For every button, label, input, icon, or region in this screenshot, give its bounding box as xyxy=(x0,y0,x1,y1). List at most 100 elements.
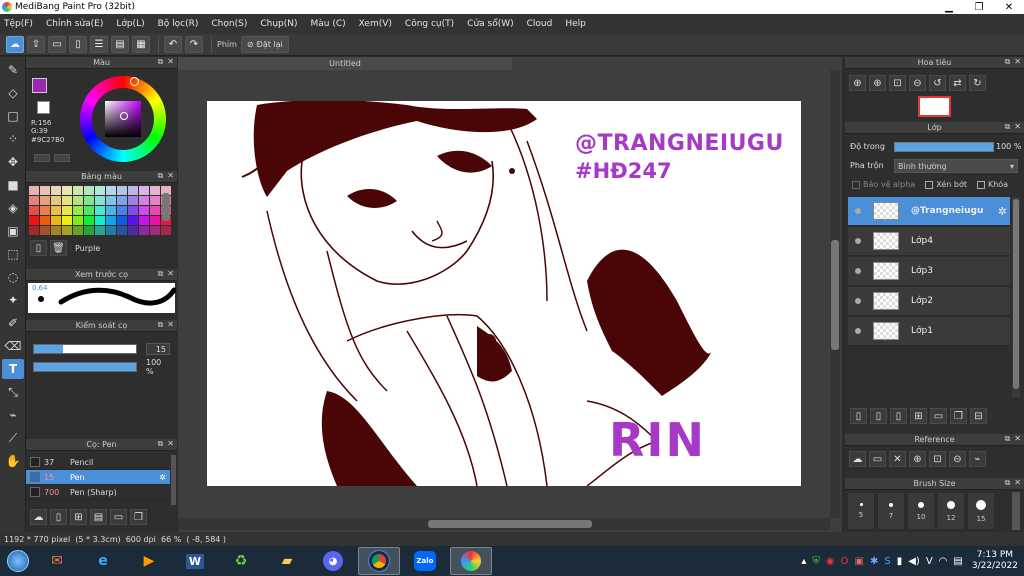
palette-swatch[interactable] xyxy=(84,186,94,195)
float-icon[interactable]: ⧉ xyxy=(158,171,164,181)
vertical-scrollbar[interactable] xyxy=(830,70,840,518)
page-icon[interactable]: ▯ xyxy=(69,36,87,53)
palette-swatch[interactable] xyxy=(106,186,116,195)
brush-item[interactable]: 15 Pen ✲ xyxy=(26,470,170,485)
brush-size-value[interactable]: 15 xyxy=(146,343,170,355)
zoom-out-icon[interactable]: ⊖ xyxy=(949,451,966,467)
horizontal-scroll-thumb[interactable] xyxy=(428,520,592,528)
taskbar-app-discord[interactable]: ◕ xyxy=(312,547,354,575)
menu-file[interactable]: Tệp(F) xyxy=(4,19,33,29)
dot-tool-icon[interactable]: ⁘ xyxy=(2,129,24,149)
palette-swatch[interactable] xyxy=(84,216,94,225)
antivirus-icon[interactable]: ◉ xyxy=(826,556,835,567)
flip-icon[interactable]: ⇄ xyxy=(949,75,966,91)
menu-tools[interactable]: Công cụ(T) xyxy=(405,19,454,29)
add-layer-icon[interactable]: ⊞ xyxy=(910,408,927,424)
layer-scroll-thumb[interactable] xyxy=(1013,199,1019,389)
palette-swatch[interactable] xyxy=(150,216,160,225)
palette-swatch[interactable] xyxy=(73,196,83,205)
move-tool-icon[interactable]: ✥ xyxy=(2,152,24,172)
palette-swatch[interactable] xyxy=(29,216,39,225)
shield-icon[interactable]: ⛨ xyxy=(812,556,820,567)
palette-swatch[interactable] xyxy=(62,186,72,195)
close-icon[interactable]: ✕ xyxy=(1014,122,1021,132)
palette-swatch[interactable] xyxy=(128,226,138,235)
float-icon[interactable]: ⧉ xyxy=(158,57,164,67)
brush-size-scrollbar[interactable] xyxy=(1012,492,1020,530)
brush-size-option[interactable]: 12 xyxy=(937,492,965,530)
palette-swatch[interactable] xyxy=(95,206,105,215)
palette-swatch[interactable] xyxy=(95,216,105,225)
brush-checkbox[interactable] xyxy=(30,487,40,497)
minimize-button[interactable]: ▁ xyxy=(934,0,964,14)
gradient-tool-icon[interactable]: ▣ xyxy=(2,221,24,241)
visibility-icon[interactable] xyxy=(855,238,861,244)
brush-opacity-value[interactable]: 100 % xyxy=(146,358,170,376)
palette-swatch[interactable] xyxy=(106,206,116,215)
palette-swatch[interactable] xyxy=(40,226,50,235)
taskbar-app-medibang[interactable] xyxy=(450,547,492,575)
palette-swatch[interactable] xyxy=(62,226,72,235)
taskbar-clock[interactable]: 7:13 PM 3/22/2022 xyxy=(972,550,1018,572)
brush-tool-icon[interactable]: ✎ xyxy=(2,60,24,80)
zoom-in-icon[interactable]: ⊕ xyxy=(849,75,866,91)
select-tool-icon[interactable]: ⬚ xyxy=(2,244,24,264)
close-icon[interactable]: ✕ xyxy=(1014,478,1021,488)
brush-item[interactable]: 37 Pencil xyxy=(26,455,170,470)
layer-item[interactable]: Lớp3 xyxy=(848,257,1010,286)
saturation-knob[interactable] xyxy=(120,112,128,120)
gear-icon[interactable]: ✲ xyxy=(998,205,1007,218)
eraser-tool-icon[interactable]: ◇ xyxy=(2,83,24,103)
menu-window[interactable]: Cửa sổ(W) xyxy=(467,19,513,29)
cloud-brush-icon[interactable]: ☁ xyxy=(30,509,47,525)
merge-icon[interactable]: ⊟ xyxy=(970,408,987,424)
palette-swatch[interactable] xyxy=(128,196,138,205)
visibility-icon[interactable] xyxy=(855,328,861,334)
close-icon[interactable]: ✕ xyxy=(167,320,174,330)
list-icon[interactable]: ▤ xyxy=(111,36,129,53)
maximize-button[interactable]: ❐ xyxy=(964,0,994,14)
close-button[interactable]: ✕ xyxy=(994,0,1024,14)
palette-swatch[interactable] xyxy=(40,196,50,205)
palette-swatch[interactable] xyxy=(117,196,127,205)
layer-list-scrollbar[interactable] xyxy=(1012,197,1020,397)
opera-icon[interactable]: O xyxy=(841,556,849,567)
upload-icon[interactable]: ⇪ xyxy=(27,36,45,53)
palette-swatch[interactable] xyxy=(62,206,72,215)
reset-button[interactable]: ⊘ Đặt lại xyxy=(240,36,289,53)
folder-icon[interactable]: ▭ xyxy=(869,451,886,467)
skype-icon[interactable]: S xyxy=(884,556,890,567)
visibility-icon[interactable] xyxy=(855,268,861,274)
palette-swatch[interactable] xyxy=(139,186,149,195)
palette-swatch[interactable] xyxy=(150,206,160,215)
operation-tool-icon[interactable]: ⤡ xyxy=(2,382,24,402)
palette-swatch[interactable] xyxy=(40,186,50,195)
chevron-up-icon[interactable]: ▴ xyxy=(801,556,806,567)
lock-checkbox[interactable] xyxy=(976,180,985,189)
grid-icon[interactable]: ▦ xyxy=(132,36,150,53)
color-mode-button[interactable] xyxy=(54,154,70,162)
blend-mode-dropdown[interactable]: Bình thường ▾ xyxy=(894,159,1018,173)
palette-swatch[interactable] xyxy=(51,226,61,235)
volume-icon[interactable]: ◀) xyxy=(908,556,920,567)
taskbar-app-word[interactable]: W xyxy=(174,547,216,575)
comment-icon[interactable]: ▭ xyxy=(48,36,66,53)
select-pen-icon[interactable]: ✐ xyxy=(2,313,24,333)
float-icon[interactable]: ⧉ xyxy=(158,320,164,330)
brush-size-option[interactable]: 7 xyxy=(877,492,905,530)
palette-swatch[interactable] xyxy=(62,216,72,225)
close-icon[interactable]: ✕ xyxy=(167,57,174,67)
app-tray-icon[interactable]: ▣ xyxy=(855,556,864,567)
text-tool-icon[interactable]: T xyxy=(2,359,24,379)
menu-edit[interactable]: Chỉnh sửa(E) xyxy=(46,19,103,29)
float-icon[interactable]: ⧉ xyxy=(1005,122,1011,132)
taskbar-app-explorer[interactable]: ▰ xyxy=(266,547,308,575)
palette-swatch[interactable] xyxy=(73,226,83,235)
palette-swatch[interactable] xyxy=(95,196,105,205)
palette-swatch[interactable] xyxy=(51,216,61,225)
palette-swatch[interactable] xyxy=(139,226,149,235)
menu-help[interactable]: Help xyxy=(565,19,586,29)
zoom-out-icon[interactable]: ⊖ xyxy=(909,75,926,91)
palette-swatch[interactable] xyxy=(128,206,138,215)
bucket-tool-icon[interactable]: ◈ xyxy=(2,198,24,218)
